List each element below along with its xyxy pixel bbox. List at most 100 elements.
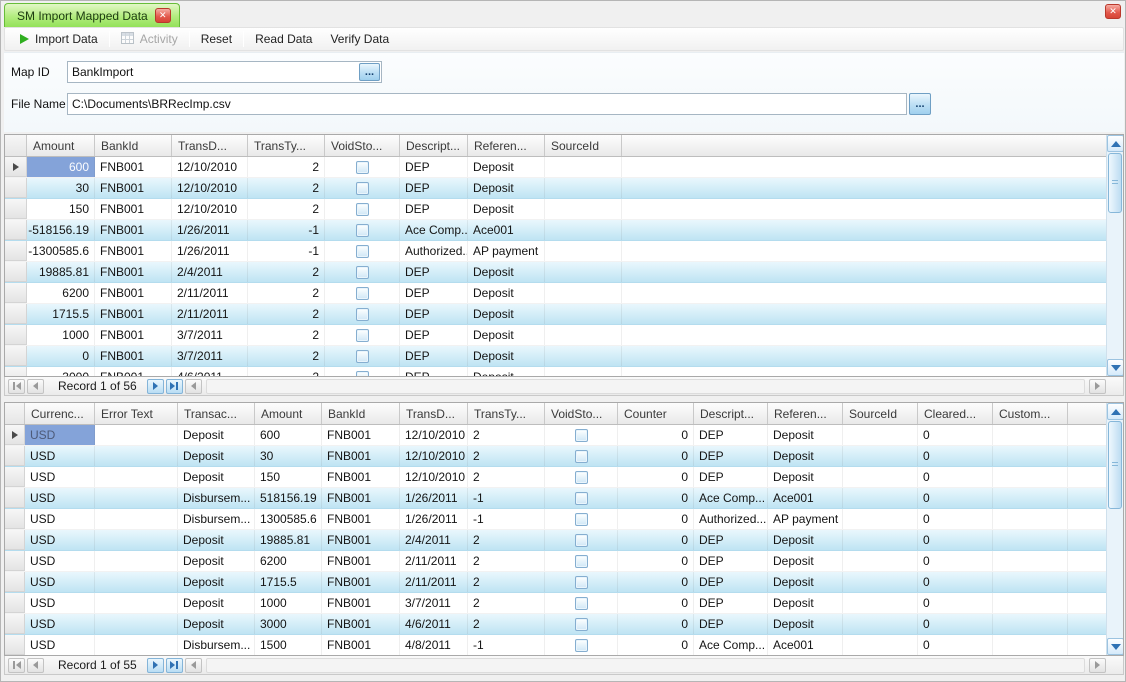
grid-cell[interactable]: 0 [918, 530, 993, 550]
column-header-descript[interactable]: Descript... [400, 135, 468, 156]
grid-cell[interactable]: USD [25, 509, 95, 529]
grid-cell[interactable]: DEP [400, 325, 468, 345]
table-row[interactable]: -518156.19FNB0011/26/2011-1Ace Comp...Ac… [5, 220, 1106, 241]
grid-cell[interactable]: 2/11/2011 [400, 551, 468, 571]
void-checkbox[interactable] [575, 492, 588, 505]
grid-cell[interactable]: 2/11/2011 [172, 304, 248, 324]
grid-cell[interactable] [325, 199, 400, 219]
grid-cell[interactable]: FNB001 [322, 593, 400, 613]
grid-cell[interactable]: 1000 [255, 593, 322, 613]
grid-cell[interactable]: -1300585.6 [27, 241, 95, 261]
grid-cell[interactable]: 0 [918, 551, 993, 571]
grid-cell[interactable]: DEP [694, 530, 768, 550]
void-checkbox[interactable] [575, 597, 588, 610]
grid-cell[interactable]: 150 [27, 199, 95, 219]
grid-cell[interactable] [993, 530, 1068, 550]
table-row[interactable]: -1300585.6FNB0011/26/2011-1Authorized...… [5, 241, 1106, 262]
grid-cell[interactable] [325, 346, 400, 366]
grid-cell[interactable] [993, 446, 1068, 466]
grid-cell[interactable]: 12/10/2010 [400, 467, 468, 487]
grid-cell[interactable]: 3/7/2011 [400, 593, 468, 613]
grid-cell[interactable]: FNB001 [322, 530, 400, 550]
hscroll-left-button[interactable] [185, 379, 202, 394]
grid-cell[interactable]: 2/11/2011 [400, 572, 468, 592]
grid-cell[interactable]: Ace001 [468, 220, 545, 240]
grid-cell[interactable]: USD [25, 530, 95, 550]
grid-cell[interactable]: 1/26/2011 [400, 509, 468, 529]
grid-cell[interactable]: 2 [468, 551, 545, 571]
grid-cell[interactable] [993, 635, 1068, 655]
grid-cell[interactable]: 518156.19 [255, 488, 322, 508]
grid-cell[interactable]: 1715.5 [255, 572, 322, 592]
grid-cell[interactable]: 3/7/2011 [172, 346, 248, 366]
grid-cell[interactable] [843, 425, 918, 445]
column-header-counter[interactable]: Counter [618, 403, 694, 424]
grid-cell[interactable] [545, 241, 622, 261]
grid-cell[interactable]: 12/10/2010 [172, 157, 248, 177]
void-checkbox[interactable] [356, 287, 369, 300]
grid-cell[interactable]: USD [25, 551, 95, 571]
grid-cell[interactable] [843, 593, 918, 613]
grid-cell[interactable]: Deposit [768, 551, 843, 571]
column-header-amount[interactable]: Amount [255, 403, 322, 424]
grid-cell[interactable]: 6200 [27, 283, 95, 303]
grid-cell[interactable]: Disbursem... [178, 488, 255, 508]
grid-cell[interactable]: Deposit [768, 614, 843, 634]
grid-cell[interactable]: Ace Comp... [694, 488, 768, 508]
column-header-cleared[interactable]: Cleared... [918, 403, 993, 424]
grid-cell[interactable]: Deposit [178, 425, 255, 445]
scrollbar-thumb[interactable] [1108, 421, 1122, 509]
grid-cell[interactable]: 19885.81 [255, 530, 322, 550]
grid-cell[interactable]: 0 [918, 446, 993, 466]
grid-cell[interactable]: 1/26/2011 [172, 241, 248, 261]
void-checkbox[interactable] [356, 371, 369, 377]
hscroll-left-button[interactable] [185, 658, 202, 673]
grid-cell[interactable] [843, 509, 918, 529]
scroll-down-button[interactable] [1107, 359, 1124, 376]
grid-cell[interactable] [545, 220, 622, 240]
grid-cell[interactable]: 150 [255, 467, 322, 487]
column-header-transty[interactable]: TransTy... [468, 403, 545, 424]
grid-cell[interactable] [325, 325, 400, 345]
grid-cell[interactable] [325, 262, 400, 282]
table-row[interactable]: 30FNB00112/10/20102DEPDeposit [5, 178, 1106, 199]
table-row[interactable]: 1715.5FNB0012/11/20112DEPDeposit [5, 304, 1106, 325]
column-header-transd[interactable]: TransD... [172, 135, 248, 156]
grid-cell[interactable]: 0 [618, 530, 694, 550]
grid-cell[interactable] [545, 367, 622, 376]
grid-cell[interactable] [325, 304, 400, 324]
grid-cell[interactable]: 2 [248, 367, 325, 376]
column-header-transac[interactable]: Transac... [178, 403, 255, 424]
grid-cell[interactable] [95, 530, 178, 550]
grid-cell[interactable]: USD [25, 488, 95, 508]
grid-cell[interactable] [95, 488, 178, 508]
void-checkbox[interactable] [575, 429, 588, 442]
grid-cell[interactable]: 0 [618, 425, 694, 445]
grid-cell[interactable]: FNB001 [95, 241, 172, 261]
column-header-bankid[interactable]: BankId [322, 403, 400, 424]
grid-cell[interactable]: 600 [255, 425, 322, 445]
grid-cell[interactable]: -1 [248, 220, 325, 240]
grid-cell[interactable]: Deposit [468, 157, 545, 177]
grid-cell[interactable]: 1300585.6 [255, 509, 322, 529]
grid-cell[interactable]: Deposit [178, 530, 255, 550]
grid-cell[interactable]: AP payment [768, 509, 843, 529]
grid-cell[interactable]: 0 [618, 614, 694, 634]
scroll-up-button[interactable] [1107, 403, 1124, 420]
grid-cell[interactable]: DEP [694, 614, 768, 634]
grid-cell[interactable] [325, 283, 400, 303]
grid-cell[interactable] [843, 488, 918, 508]
grid-cell[interactable]: 4/6/2011 [400, 614, 468, 634]
grid-cell[interactable]: DEP [400, 283, 468, 303]
horizontal-scrollbar-track[interactable] [206, 379, 1085, 394]
grid-cell[interactable]: DEP [694, 467, 768, 487]
grid-cell[interactable]: FNB001 [95, 325, 172, 345]
nav-next-button[interactable] [147, 379, 164, 394]
tab-sm-import-mapped-data[interactable]: SM Import Mapped Data ✕ [4, 3, 180, 27]
grid-cell[interactable]: Deposit [468, 304, 545, 324]
table-row[interactable]: USDDeposit1715.5FNB0012/11/201120DEPDepo… [5, 572, 1106, 593]
grid-cell[interactable]: 2 [468, 467, 545, 487]
grid-cell[interactable]: Deposit [768, 425, 843, 445]
column-header-sourceid[interactable]: SourceId [545, 135, 622, 156]
nav-next-button[interactable] [147, 658, 164, 673]
